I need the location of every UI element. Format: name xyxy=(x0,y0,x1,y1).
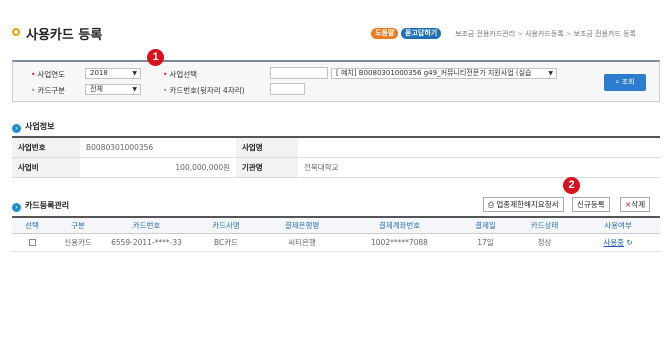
printer-icon: ⎙ xyxy=(488,200,494,209)
business-code-input[interactable] xyxy=(270,67,328,79)
search-icon: ⌕ xyxy=(615,78,620,86)
chevron-down-icon: ▼ xyxy=(548,70,553,77)
card-type-label: • 카드구분 xyxy=(31,86,66,95)
chevron-down-icon: ▼ xyxy=(132,86,137,93)
info-value: 전북대학교 xyxy=(298,157,660,178)
column-header: 카드번호 xyxy=(104,217,189,234)
info-label: 사업번호 xyxy=(12,137,80,158)
card-type-select[interactable]: 전체 ▼ xyxy=(85,84,141,95)
info-value: B0080301000356 xyxy=(80,137,236,158)
business-select[interactable]: [ 예치] B0080301000356 g49_커뮤니티전문가 지원사업 (실… xyxy=(331,68,557,79)
usage-link[interactable]: 사용중 xyxy=(603,238,624,247)
refresh-icon: ↻ xyxy=(624,237,633,247)
required-mark-icon: • xyxy=(163,70,168,79)
column-header: 카드사명 xyxy=(189,217,263,234)
row-checkbox[interactable] xyxy=(28,239,36,246)
bullet-icon: • xyxy=(163,86,168,95)
table-row[interactable]: 신용카드 6559-2011-****-33 BC카드 씨티은행 1002***… xyxy=(12,233,660,252)
card-number-cell: 6559-2011-****-33 xyxy=(104,233,189,252)
column-header: 결제일 xyxy=(458,217,513,234)
delete-button[interactable]: ×삭제 xyxy=(620,197,651,212)
card-mgmt-title: › 카드등록관리 xyxy=(12,200,69,212)
pay-day-cell: 17일 xyxy=(458,233,513,252)
breadcrumb-item[interactable]: 사용카드등록 xyxy=(525,30,564,38)
year-label: • 사업연도 xyxy=(31,70,66,79)
column-header: 선택 xyxy=(12,217,52,234)
bank-cell: 씨티은행 xyxy=(263,233,341,252)
card-last4-input[interactable] xyxy=(270,83,305,95)
year-select[interactable]: 2018 ▼ xyxy=(85,68,141,79)
breadcrumb-item[interactable]: 보조금 전용카드관리 xyxy=(455,30,515,38)
search-button[interactable]: ⌕ 조회 xyxy=(604,74,646,91)
breadcrumb-separator-icon: > xyxy=(517,30,524,38)
usage-cell: 사용중 ↻ xyxy=(576,233,660,252)
card-type-cell: 신용카드 xyxy=(52,233,104,252)
card-company-cell: BC카드 xyxy=(189,233,263,252)
chevron-down-icon: ▼ xyxy=(132,70,137,77)
info-label: 기관명 xyxy=(236,157,298,178)
chevron-right-icon: › xyxy=(12,124,21,133)
column-header: 사용여부 xyxy=(576,217,660,234)
info-value: 100,000,000원 xyxy=(80,157,236,178)
column-header: 카드상태 xyxy=(513,217,576,234)
info-label: 사업비 xyxy=(12,157,80,178)
account-cell: 1002*****7088 xyxy=(341,233,458,252)
business-info-table: 사업번호 B0080301000356 사업명 사업비 100,000,000원… xyxy=(12,136,660,178)
breadcrumb-item[interactable]: 보조금 전용카드 등록 xyxy=(574,30,636,38)
annotation-marker-2: 2 xyxy=(563,177,580,194)
bullet-icon: • xyxy=(31,86,36,95)
info-label: 사업명 xyxy=(236,137,298,158)
card-table: 선택 구분 카드번호 카드사명 결제은행명 결제계좌번호 결제일 카드상태 사용… xyxy=(12,216,660,252)
breadcrumb-separator-icon: > xyxy=(565,30,572,38)
info-row: 사업번호 B0080301000356 사업명 xyxy=(12,137,660,158)
new-register-button[interactable]: 신규등록 xyxy=(572,197,610,212)
help-button[interactable]: 도움말 xyxy=(371,28,399,39)
business-info-title: › 사업정보 xyxy=(12,121,54,133)
row-select-cell xyxy=(12,233,52,252)
required-mark-icon: • xyxy=(31,70,36,79)
card-last4-label: • 카드번호(뒷자리 4자리) xyxy=(163,86,245,95)
table-header-row: 선택 구분 카드번호 카드사명 결제은행명 결제계좌번호 결제일 카드상태 사용… xyxy=(12,217,660,234)
column-header: 결제은행명 xyxy=(263,217,341,234)
column-header: 구분 xyxy=(52,217,104,234)
chevron-right-icon: › xyxy=(12,203,21,212)
page-title: 사용카드 등록 xyxy=(26,28,103,43)
title-bullet-icon xyxy=(12,28,20,36)
info-row: 사업비 100,000,000원 기관명 전북대학교 xyxy=(12,157,660,178)
business-label: • 사업선택 xyxy=(163,70,198,79)
card-status-cell: 정상 xyxy=(513,233,576,252)
qna-button[interactable]: 묻고답하기 xyxy=(401,28,442,39)
print-request-button[interactable]: ⎙ 업종제한해지요청서 xyxy=(483,197,564,212)
search-panel: • 사업연도 2018 ▼ • 사업선택 [ 예치] B0080301000356 g… xyxy=(12,60,660,102)
annotation-marker-1: 1 xyxy=(147,49,164,66)
page-header: 사용카드 등록 도움말 묻고답하기 보조금 전용카드관리 > 사용카드등록 > 보조금 … xyxy=(12,25,659,43)
breadcrumb: 보조금 전용카드관리 > 사용카드등록 > 보조금 전용카드 등록 xyxy=(455,29,636,39)
info-value xyxy=(298,137,660,158)
column-header: 결제계좌번호 xyxy=(341,217,458,234)
